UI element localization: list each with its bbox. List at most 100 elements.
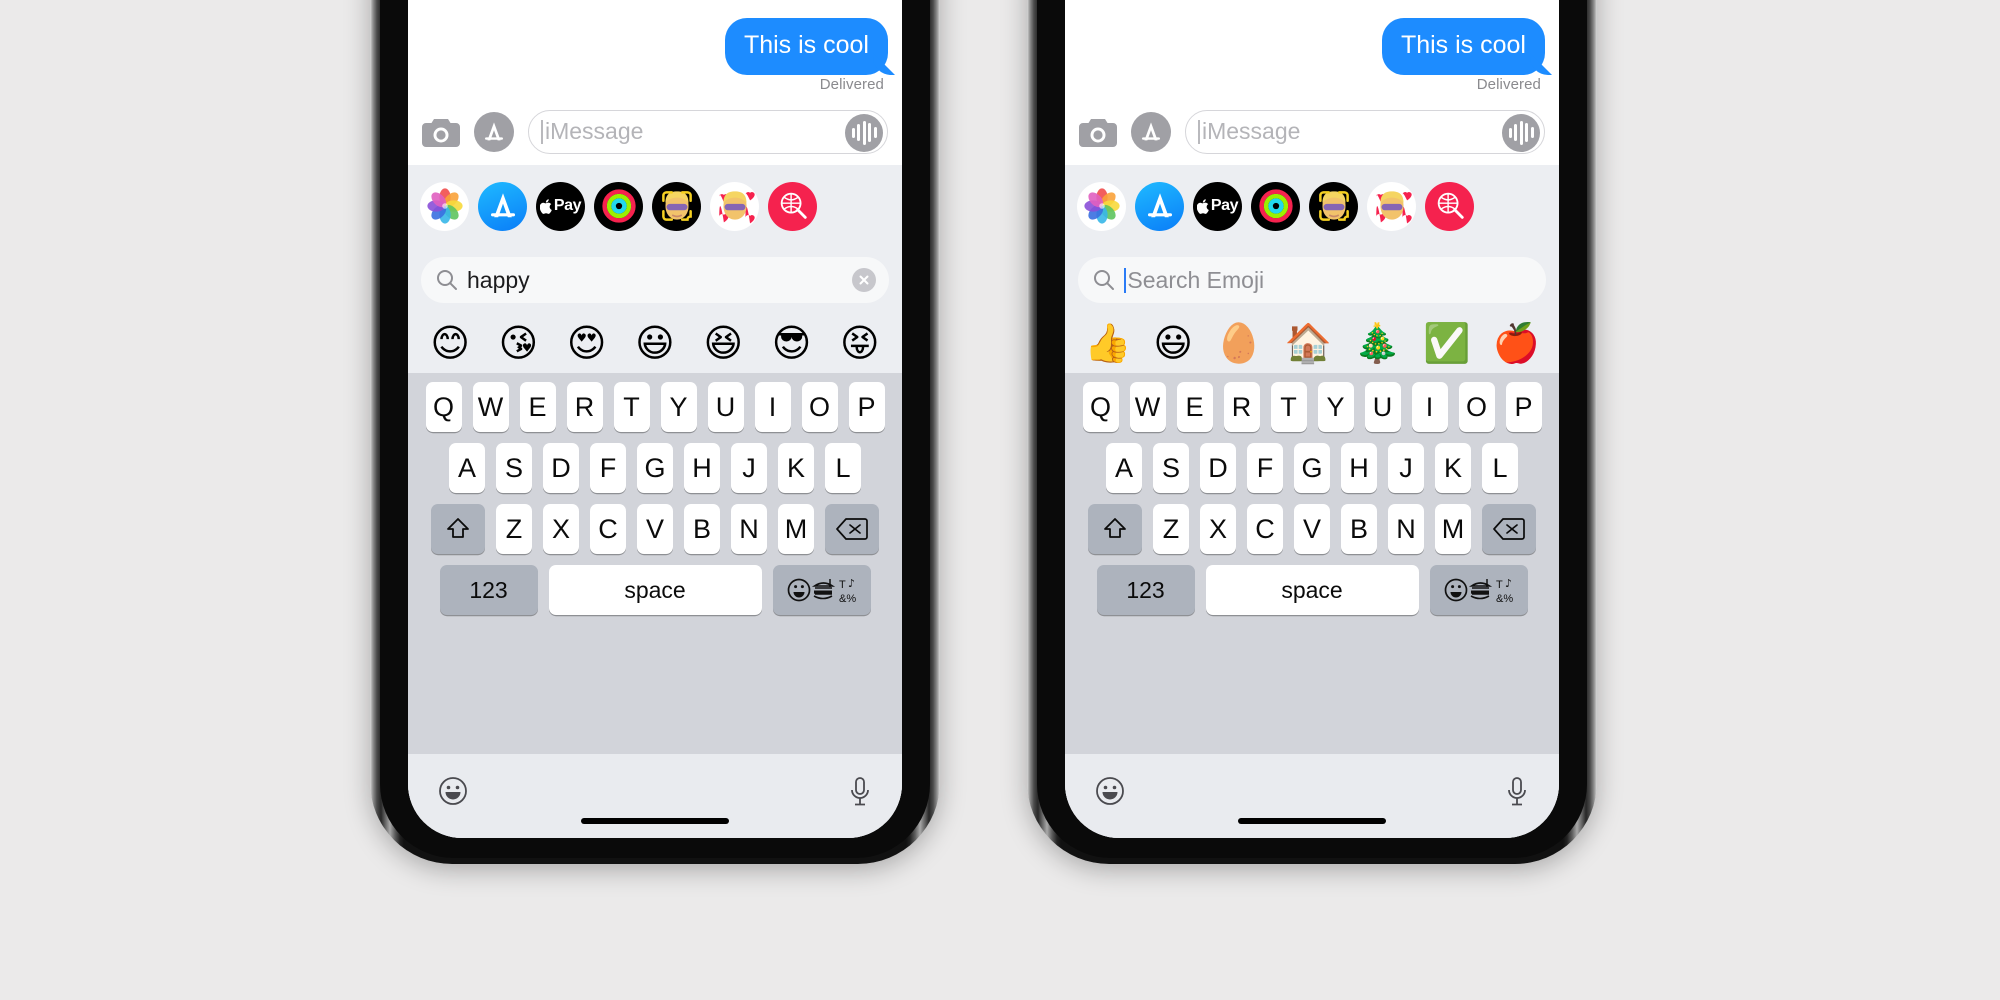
home-indicator[interactable] xyxy=(581,818,729,824)
photos-app-icon[interactable] xyxy=(1077,181,1126,231)
key-t[interactable]: T xyxy=(613,382,650,432)
app-drawer[interactable]: Pay xyxy=(408,165,902,247)
app-drawer[interactable]: Pay xyxy=(1065,165,1559,247)
key-c[interactable]: C xyxy=(1247,504,1283,554)
emoji-search-bar[interactable]: happy xyxy=(421,257,889,303)
shift-arrow-icon[interactable] xyxy=(431,504,485,554)
key-y[interactable]: Y xyxy=(660,382,697,432)
apple-pay-app-icon[interactable]: Pay xyxy=(1193,181,1242,231)
app-store-app-icon[interactable] xyxy=(478,181,527,231)
emoji-search-bar[interactable]: Search Emoji xyxy=(1078,257,1546,303)
key-c[interactable]: C xyxy=(590,504,626,554)
key-x[interactable]: X xyxy=(1200,504,1236,554)
emoji-sticker-symbols-icon[interactable]: T ♪ &% xyxy=(772,565,871,615)
key-k[interactable]: K xyxy=(778,443,814,493)
key-w[interactable]: W xyxy=(1129,382,1166,432)
message-bubble-sent[interactable]: This is cool xyxy=(1381,18,1545,75)
camera-icon[interactable] xyxy=(1079,117,1117,147)
key-e[interactable]: E xyxy=(1176,382,1213,432)
key-p[interactable]: P xyxy=(848,382,885,432)
key-z[interactable]: Z xyxy=(496,504,532,554)
images-search-app-icon[interactable] xyxy=(768,181,817,231)
key-k[interactable]: K xyxy=(1435,443,1471,493)
emoji-result-0[interactable]: 😊 xyxy=(430,324,470,362)
key-o[interactable]: O xyxy=(801,382,838,432)
key-d[interactable]: D xyxy=(1200,443,1236,493)
space-key[interactable]: space xyxy=(1205,565,1419,615)
key-o[interactable]: O xyxy=(1458,382,1495,432)
key-w[interactable]: W xyxy=(472,382,509,432)
emoji-result-1[interactable]: 😃 xyxy=(1153,324,1193,362)
clear-search-button[interactable] xyxy=(852,268,876,292)
key-t[interactable]: T xyxy=(1270,382,1307,432)
emoji-result-4[interactable]: 😆 xyxy=(703,324,743,362)
app-store-icon[interactable] xyxy=(474,111,514,152)
app-store-icon[interactable] xyxy=(1131,111,1171,152)
emoji-results-row[interactable]: 👍 😃 🥚 🏠 🎄 ✅ 🍎 xyxy=(1065,313,1559,373)
numbers-key[interactable]: 123 xyxy=(1096,565,1195,615)
emoji-result-1[interactable]: 😘 xyxy=(499,324,539,362)
memoji-faceid-app-icon[interactable] xyxy=(652,181,701,231)
emoji-result-5[interactable]: 😎 xyxy=(772,324,812,362)
microphone-icon[interactable] xyxy=(848,776,872,808)
smiley-face-icon[interactable] xyxy=(1095,776,1125,806)
key-a[interactable]: A xyxy=(449,443,485,493)
numbers-key[interactable]: 123 xyxy=(439,565,538,615)
key-j[interactable]: J xyxy=(1388,443,1424,493)
backspace-icon[interactable] xyxy=(1482,504,1536,554)
key-m[interactable]: M xyxy=(1435,504,1471,554)
key-s[interactable]: S xyxy=(1153,443,1189,493)
key-e[interactable]: E xyxy=(519,382,556,432)
key-z[interactable]: Z xyxy=(1153,504,1189,554)
photos-app-icon[interactable] xyxy=(420,181,469,231)
app-store-app-icon[interactable] xyxy=(1135,181,1184,231)
shift-arrow-icon[interactable] xyxy=(1088,504,1142,554)
key-p[interactable]: P xyxy=(1505,382,1542,432)
message-bubble-sent[interactable]: This is cool xyxy=(724,18,888,75)
key-u[interactable]: U xyxy=(1364,382,1401,432)
backspace-icon[interactable] xyxy=(825,504,879,554)
audio-waveform-icon[interactable] xyxy=(845,113,883,152)
key-f[interactable]: F xyxy=(590,443,626,493)
apple-pay-app-icon[interactable]: Pay xyxy=(536,181,585,231)
images-search-app-icon[interactable] xyxy=(1425,181,1474,231)
space-key[interactable]: space xyxy=(548,565,762,615)
key-i[interactable]: I xyxy=(754,382,791,432)
audio-waveform-icon[interactable] xyxy=(1502,113,1540,152)
key-r[interactable]: R xyxy=(566,382,603,432)
emoji-result-0[interactable]: 👍 xyxy=(1084,324,1131,362)
memoji-faceid-app-icon[interactable] xyxy=(1309,181,1358,231)
key-v[interactable]: V xyxy=(637,504,673,554)
key-b[interactable]: B xyxy=(1341,504,1377,554)
key-r[interactable]: R xyxy=(1223,382,1260,432)
emoji-result-6[interactable]: 🍎 xyxy=(1493,324,1540,362)
emoji-results-row[interactable]: 😊 😘 😍 😃 😆 😎 😝 xyxy=(408,313,902,373)
imessage-input[interactable]: iMessage xyxy=(528,109,888,154)
home-indicator[interactable] xyxy=(1238,818,1386,824)
emoji-result-3[interactable]: 😃 xyxy=(635,324,675,362)
key-u[interactable]: U xyxy=(707,382,744,432)
emoji-result-4[interactable]: 🎄 xyxy=(1354,324,1401,362)
key-j[interactable]: J xyxy=(731,443,767,493)
key-f[interactable]: F xyxy=(1247,443,1283,493)
key-d[interactable]: D xyxy=(543,443,579,493)
key-s[interactable]: S xyxy=(496,443,532,493)
key-v[interactable]: V xyxy=(1294,504,1330,554)
on-screen-keyboard[interactable]: Q W E R T Y U I O P A S D F G H J K L Z X C V B N M 123 space T ♪ &% xyxy=(1065,373,1559,838)
key-q[interactable]: Q xyxy=(425,382,462,432)
smiley-face-icon[interactable] xyxy=(438,776,468,806)
emoji-result-2[interactable]: 😍 xyxy=(567,324,607,362)
key-l[interactable]: L xyxy=(825,443,861,493)
activity-rings-app-icon[interactable] xyxy=(1251,181,1300,231)
imessage-input[interactable]: iMessage xyxy=(1185,109,1545,154)
emoji-result-6[interactable]: 😝 xyxy=(840,324,880,362)
emoji-result-2[interactable]: 🥚 xyxy=(1215,324,1262,362)
key-m[interactable]: M xyxy=(778,504,814,554)
emoji-result-5[interactable]: ✅ xyxy=(1423,324,1470,362)
key-h[interactable]: H xyxy=(684,443,720,493)
key-n[interactable]: N xyxy=(731,504,767,554)
key-i[interactable]: I xyxy=(1411,382,1448,432)
key-x[interactable]: X xyxy=(543,504,579,554)
emoji-result-3[interactable]: 🏠 xyxy=(1284,324,1331,362)
key-l[interactable]: L xyxy=(1482,443,1518,493)
